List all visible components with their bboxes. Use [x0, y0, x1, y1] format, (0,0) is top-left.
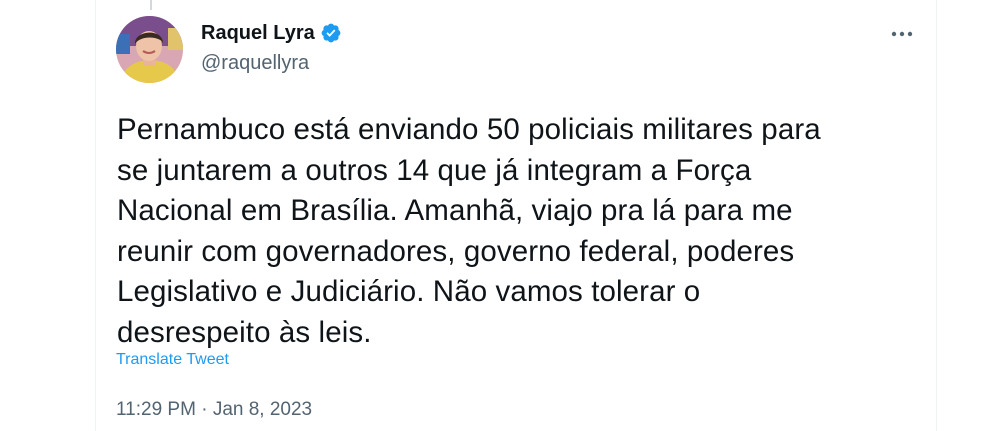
tweet-text-line: Pernambuco está enviando 50 policiais mi…	[117, 113, 821, 146]
tweet-text-line: Nacional em Brasília. Amanhã, viajo pra …	[117, 194, 793, 227]
verified-badge-icon	[320, 22, 342, 44]
tweet-text-line: reunir com governadores, governo federal…	[117, 234, 795, 268]
more-horizontal-icon	[891, 31, 913, 37]
translate-tweet-link[interactable]: Translate Tweet	[116, 350, 229, 370]
tweet-text-line: desrespeito às leis.	[117, 315, 372, 349]
tweet-text-line: se juntarem a outros 14 que já integram …	[117, 153, 752, 187]
tweet-time[interactable]: 11:29 PM	[116, 399, 196, 420]
thread-line	[150, 0, 152, 10]
tweet-text-line: Legislativo e Judiciário. Não vamos tole…	[117, 275, 701, 308]
author-name-row[interactable]: Raquel Lyra	[201, 20, 342, 46]
tweet-text: Pernambuco está enviando 50 policiais mi…	[117, 110, 917, 353]
tweet-date[interactable]: Jan 8, 2023	[213, 399, 312, 420]
author-handle[interactable]: @raquellyra	[201, 51, 309, 75]
avatar[interactable]	[116, 16, 183, 83]
more-options-button[interactable]	[888, 20, 916, 48]
tweet-timestamp[interactable]: 11:29 PM · Jan 8, 2023	[116, 398, 312, 422]
author-display-name[interactable]: Raquel Lyra	[201, 20, 315, 46]
meta-separator: ·	[201, 399, 208, 420]
